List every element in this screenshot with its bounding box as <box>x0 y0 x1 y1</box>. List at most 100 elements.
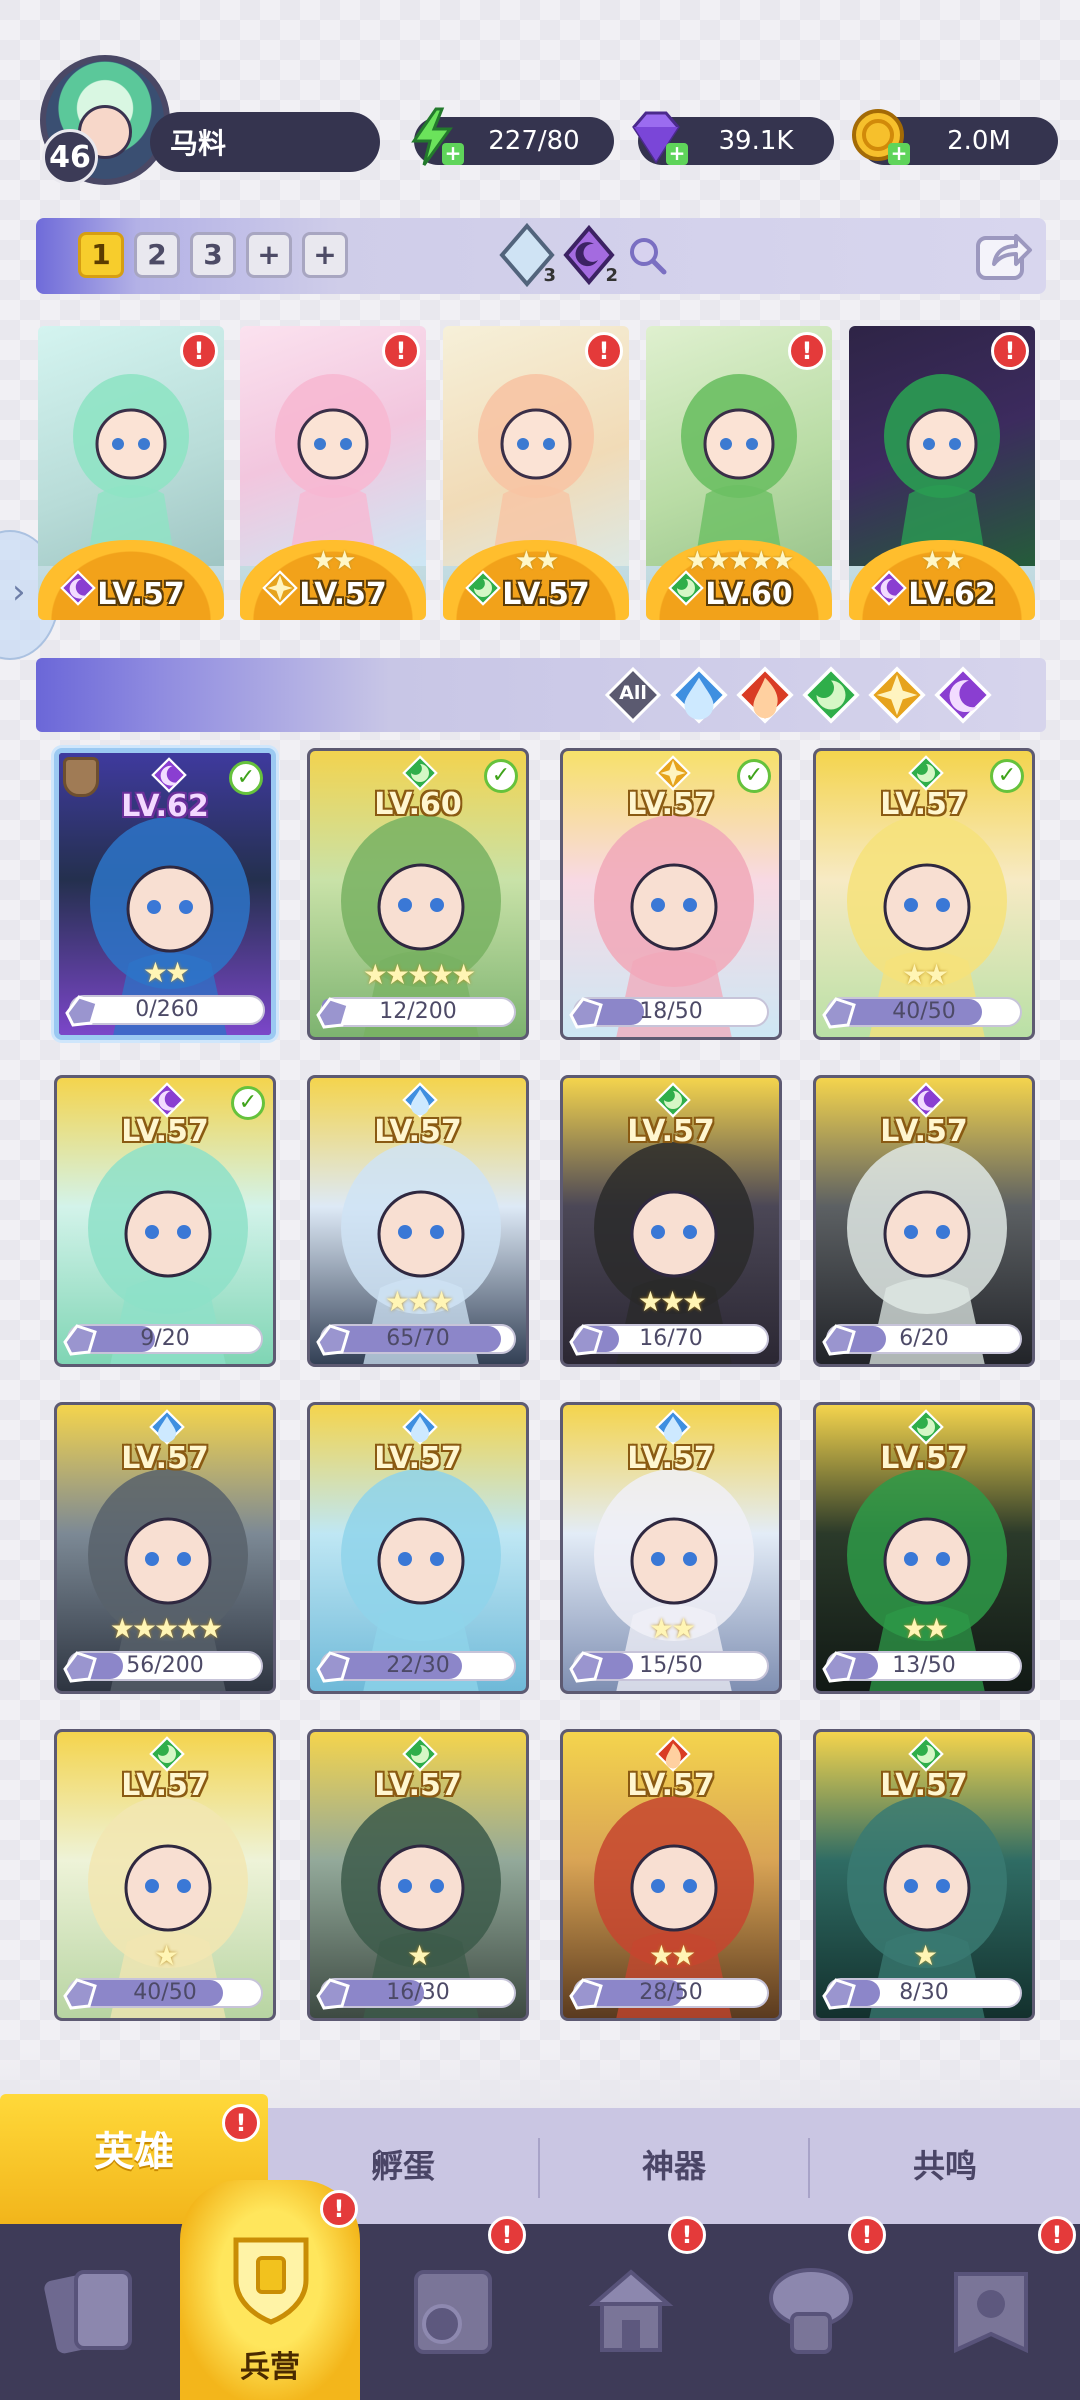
shard-icon <box>63 1651 97 1683</box>
gem-counter[interactable]: + 39.1K <box>632 111 834 165</box>
chevron-right-icon: › <box>12 572 26 612</box>
tab-resonance[interactable]: 共鸣 <box>810 2108 1080 2224</box>
hero-card[interactable]: LV.57 ★★★★★ 56/200 <box>54 1402 276 1694</box>
hero-card[interactable]: ✓ LV.57 18/50 <box>560 748 782 1040</box>
hero-level: LV.57 <box>121 1441 209 1476</box>
dark-filter-icon <box>934 666 992 724</box>
hero-level: LV.57 <box>627 1441 715 1476</box>
filter-light[interactable] <box>868 666 926 724</box>
hero-card[interactable]: LV.57 ★★ 28/50 <box>560 1729 782 2021</box>
hero-card[interactable]: LV.57 6/20 <box>813 1075 1035 1367</box>
filter-all[interactable]: All <box>604 666 662 724</box>
nav-shop[interactable]: ! <box>540 2216 720 2400</box>
hero-level: LV.57 <box>299 577 387 612</box>
hero-alert-badge: ! <box>585 332 623 370</box>
banner-flag-icon <box>954 2272 1028 2354</box>
water-element-icon <box>149 1409 185 1445</box>
lineup-hero-card[interactable]: LV.57 ! <box>38 326 224 620</box>
shard-icon <box>63 1324 97 1356</box>
nature-element-icon <box>908 1736 944 1772</box>
nav-shop-alert: ! <box>668 2216 706 2254</box>
nav-barracks[interactable]: ! 兵营 <box>180 2180 360 2400</box>
nature-element-icon <box>908 755 944 791</box>
tab-artifact[interactable]: 神器 <box>540 2108 808 2224</box>
shard-icon <box>65 995 99 1027</box>
gold-counter[interactable]: + 2.0M <box>852 109 1058 165</box>
hero-level: LV.57 <box>627 1114 715 1149</box>
nav-map-alert: ! <box>488 2216 526 2254</box>
energy-counter[interactable]: + 227/80 <box>411 107 614 166</box>
filter-nature[interactable] <box>802 666 860 724</box>
lineup-hero-card[interactable]: ★★ LV.57 ! <box>240 326 426 620</box>
nature-element-icon <box>402 755 438 791</box>
team-tab-add-1[interactable]: + <box>246 232 292 278</box>
hero-level: LV.57 <box>880 1441 968 1476</box>
water-element-icon <box>149 1409 185 1445</box>
team-tab-2[interactable]: 2 <box>134 232 180 278</box>
shard-icon <box>316 997 350 1029</box>
bottom-nav: ! 兵营 ! ! ! ! <box>0 2180 1080 2400</box>
nav-guild[interactable]: ! <box>720 2216 900 2400</box>
lineup-hero-card[interactable]: ★★★★★ LV.60 ! <box>646 326 832 620</box>
nav-guild-alert: ! <box>848 2216 886 2254</box>
team-tab-3[interactable]: 3 <box>190 232 236 278</box>
hero-level: LV.57 <box>97 577 185 612</box>
share-icon[interactable] <box>972 224 1034 286</box>
hero-card[interactable]: LV.57 22/30 <box>307 1402 529 1694</box>
search-icon[interactable] <box>626 234 670 278</box>
hero-card[interactable]: ✓ LV.57 ★★ 40/50 <box>813 748 1035 1040</box>
hero-card[interactable]: LV.57 ★★ 15/50 <box>560 1402 782 1694</box>
hero-level: LV.57 <box>880 1114 968 1149</box>
hero-card[interactable]: ✓ LV.60 ★★★★★ 12/200 <box>307 748 529 1040</box>
water-element-icon <box>402 1409 438 1445</box>
hero-level: LV.57 <box>121 1768 209 1803</box>
hero-level: LV.57 <box>502 577 590 612</box>
filter-dark[interactable] <box>934 666 992 724</box>
add-gem-icon[interactable]: + <box>666 143 688 165</box>
gem-value: 39.1K <box>718 126 794 156</box>
light-element-icon <box>655 755 691 791</box>
hero-card[interactable]: LV.57 ★ 16/30 <box>307 1729 529 2021</box>
hero-level: LV.60 <box>374 787 462 822</box>
hero-level: LV.57 <box>627 787 715 822</box>
team-tab-1[interactable]: 1 <box>78 232 124 278</box>
nav-cards[interactable] <box>0 2224 180 2400</box>
fire-element-icon <box>655 1736 691 1772</box>
shard-icon <box>63 1978 97 2010</box>
add-gold-icon[interactable]: + <box>888 143 910 165</box>
hero-card[interactable]: LV.57 ★ 40/50 <box>54 1729 276 2021</box>
nature-element-icon <box>908 1409 944 1445</box>
gold-value: 2.0M <box>947 126 1011 156</box>
hero-card[interactable]: ✓ LV.57 9/20 <box>54 1075 276 1367</box>
team-tab-add-2[interactable]: + <box>302 232 348 278</box>
dark-element-count: 2 <box>558 222 620 288</box>
light-element-icon <box>655 755 691 791</box>
lineup-hero-card[interactable]: ★★ LV.57 ! <box>443 326 629 620</box>
hero-level: LV.57 <box>374 1441 462 1476</box>
filter-fire[interactable] <box>736 666 794 724</box>
hero-alert-badge: ! <box>180 332 218 370</box>
shop-building-icon <box>588 2269 674 2352</box>
hero-card[interactable]: LV.57 ★★★ 65/70 <box>307 1075 529 1367</box>
fire-filter-icon <box>736 666 794 724</box>
player-avatar[interactable]: 46 <box>40 55 170 185</box>
player-name-bar[interactable]: 马料 <box>150 112 380 172</box>
filter-all-label: All <box>619 682 647 704</box>
lineup-hero-card[interactable]: ★★ LV.62 ! <box>849 326 1035 620</box>
nature-element-icon <box>402 1736 438 1772</box>
hero-card[interactable]: ✓ LV.62 ★★ 0/260 <box>54 748 276 1040</box>
hero-card[interactable]: LV.57 ★★ 13/50 <box>813 1402 1035 1694</box>
nav-map[interactable]: ! <box>360 2216 540 2400</box>
water-element-icon <box>402 1409 438 1445</box>
nature-element-icon <box>149 1736 185 1772</box>
mushroom-house-icon <box>769 2268 853 2354</box>
nature-element-icon <box>908 1736 944 1772</box>
hero-card[interactable]: LV.57 ★★★ 16/70 <box>560 1075 782 1367</box>
dark-element-icon <box>151 757 187 793</box>
shard-icon <box>822 1324 856 1356</box>
filter-water[interactable] <box>670 666 728 724</box>
hero-card[interactable]: LV.57 ★ 8/30 <box>813 1729 1035 2021</box>
shard-icon <box>316 1978 350 2010</box>
add-energy-icon[interactable]: + <box>442 143 464 165</box>
nav-events[interactable]: ! <box>900 2216 1080 2400</box>
